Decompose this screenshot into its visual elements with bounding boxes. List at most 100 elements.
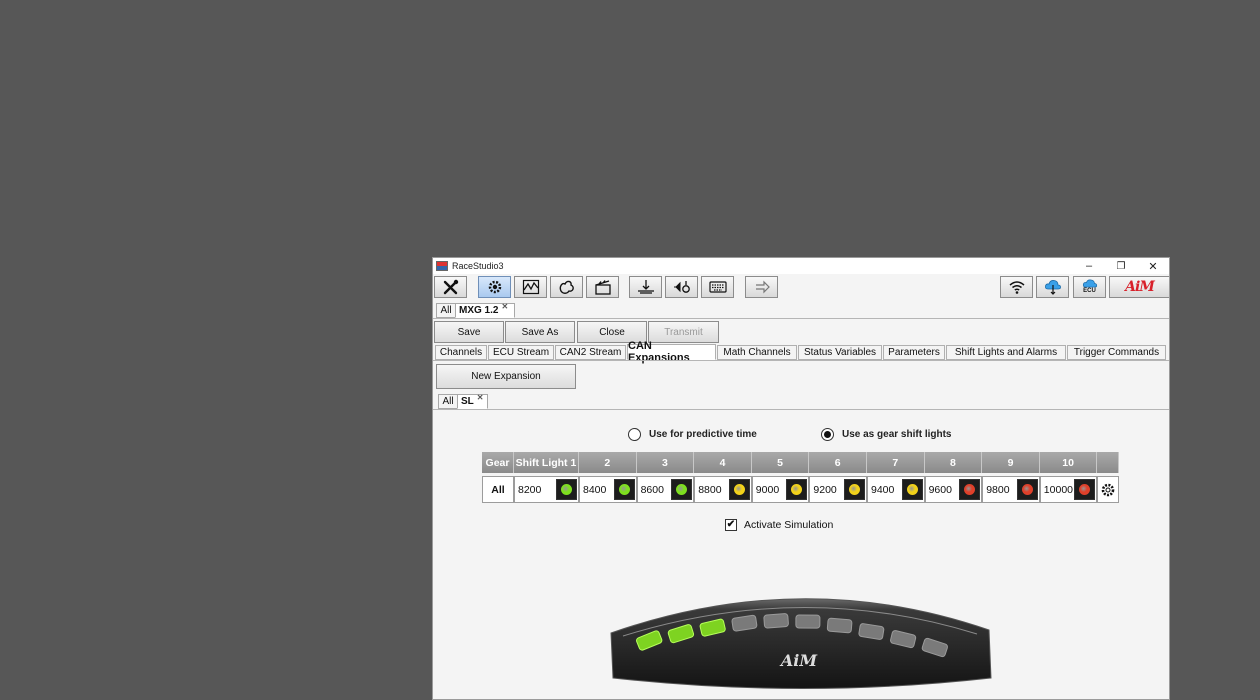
- chart-icon: [522, 279, 539, 295]
- green-led-icon: [561, 484, 572, 495]
- save-as-button[interactable]: Save As: [505, 321, 575, 343]
- close-window-button[interactable]: ✕: [1137, 258, 1169, 274]
- tab-can2-stream[interactable]: CAN2 Stream: [555, 345, 626, 360]
- tab-all-expansions[interactable]: All: [438, 394, 458, 409]
- led-color-swatch[interactable]: [613, 479, 635, 500]
- keyboard-button[interactable]: [701, 276, 734, 298]
- rpm-threshold-value[interactable]: 8600: [638, 484, 672, 496]
- led-color-swatch[interactable]: [1074, 479, 1096, 500]
- shift-light-cell[interactable]: 9400: [867, 476, 925, 503]
- settings-cell[interactable]: [1097, 476, 1120, 503]
- close-tab-icon[interactable]: ✕: [501, 302, 508, 311]
- shift-light-cell[interactable]: 8800: [694, 476, 752, 503]
- tab-mxg[interactable]: MXG 1.2 ✕: [455, 302, 515, 318]
- shift-light-header: 7: [867, 452, 925, 473]
- track-manager-button[interactable]: [550, 276, 583, 298]
- close-tab-icon[interactable]: ✕: [477, 393, 484, 402]
- led-color-swatch[interactable]: [1016, 479, 1038, 500]
- main-toolbar: ECU AiM: [433, 276, 1169, 300]
- rpm-threshold-value[interactable]: 8200: [515, 484, 556, 496]
- rpm-threshold-value[interactable]: 9000: [753, 484, 787, 496]
- tab-sl-label: SL: [461, 396, 474, 407]
- rpm-threshold-value[interactable]: 8800: [695, 484, 729, 496]
- shift-light-cell[interactable]: 8200: [514, 476, 579, 503]
- shift-light-header: 5: [751, 452, 810, 473]
- shift-light-cell[interactable]: 8400: [579, 476, 637, 503]
- configuration-button[interactable]: [478, 276, 511, 298]
- rpm-threshold-value[interactable]: 9400: [868, 484, 902, 496]
- transfer-button[interactable]: [745, 276, 778, 298]
- restore-button[interactable]: ❐: [1105, 258, 1137, 274]
- gear-settings-icon[interactable]: [1100, 482, 1116, 498]
- led-color-swatch[interactable]: [901, 479, 923, 500]
- radio-selected-dot: [824, 431, 831, 438]
- video-button[interactable]: [586, 276, 619, 298]
- shift-light-cell[interactable]: 8600: [636, 476, 695, 503]
- rpm-threshold-value[interactable]: 10000: [1041, 484, 1075, 496]
- led-color-swatch[interactable]: [786, 479, 808, 500]
- activate-simulation-checkbox[interactable]: ✔ Activate Simulation: [725, 519, 833, 531]
- app-logo-icon: [436, 261, 448, 271]
- aim-brand-button[interactable]: AiM: [1109, 276, 1169, 298]
- aim-logo: AiM: [1125, 279, 1155, 295]
- radio-gear-shift-lights[interactable]: Use as gear shift lights: [821, 428, 951, 441]
- connection-button[interactable]: [665, 276, 698, 298]
- tab-math-channels[interactable]: Math Channels: [717, 345, 797, 360]
- red-led-icon: [964, 484, 976, 495]
- shift-light-cell[interactable]: 10000: [1039, 476, 1098, 503]
- tab-sl[interactable]: SL ✕: [457, 393, 488, 409]
- download-button[interactable]: [629, 276, 662, 298]
- divider: [433, 318, 1169, 319]
- shift-light-cell[interactable]: 9600: [924, 476, 983, 503]
- tab-can-expansions[interactable]: CAN Expansions: [627, 340, 716, 364]
- yellow-led-icon: [906, 484, 918, 495]
- radio-predictive-time[interactable]: Use for predictive time: [628, 428, 757, 441]
- rpm-threshold-value[interactable]: 9800: [983, 484, 1017, 496]
- tab-status-variables[interactable]: Status Variables: [798, 345, 882, 360]
- cloud-download-icon: [1044, 280, 1061, 295]
- rpm-threshold-value[interactable]: 8400: [580, 484, 614, 496]
- device-led-off: [826, 617, 853, 634]
- minimize-button[interactable]: –: [1073, 258, 1105, 274]
- shift-light-header: 4: [694, 452, 752, 473]
- divider: [433, 409, 1169, 410]
- led-color-swatch[interactable]: [728, 479, 750, 500]
- tab-channels[interactable]: Channels: [435, 345, 487, 360]
- led-color-swatch[interactable]: [843, 479, 865, 500]
- tab-mxg-label: MXG 1.2: [459, 305, 499, 316]
- shift-light-cell[interactable]: 9800: [982, 476, 1040, 503]
- cloud-download-button[interactable]: [1036, 276, 1069, 298]
- ecu-cloud-button[interactable]: ECU: [1073, 276, 1106, 298]
- rpm-threshold-value[interactable]: 9600: [926, 484, 960, 496]
- tab-trigger-commands[interactable]: Trigger Commands: [1067, 345, 1166, 360]
- radio-gear-shift-label: Use as gear shift lights: [842, 429, 952, 440]
- led-color-swatch[interactable]: [556, 479, 577, 500]
- keyboard-icon: [708, 281, 727, 293]
- tab-shift-lights-alarms[interactable]: Shift Lights and Alarms: [946, 345, 1066, 360]
- wifi-icon: [1009, 281, 1024, 294]
- led-color-swatch[interactable]: [671, 479, 693, 500]
- radio-predictive-label: Use for predictive time: [649, 429, 757, 440]
- analysis-button[interactable]: [514, 276, 547, 298]
- gear-config-icon: [488, 280, 501, 294]
- yellow-led-icon: [848, 484, 860, 495]
- title-bar: RaceStudio3 – ❐ ✕: [433, 258, 1169, 274]
- tab-ecu-stream[interactable]: ECU Stream: [488, 345, 554, 360]
- tab-parameters[interactable]: Parameters: [883, 345, 945, 360]
- document-tabs: All MXG 1.2 ✕: [433, 302, 1169, 318]
- new-expansion-button[interactable]: New Expansion: [436, 364, 576, 389]
- tab-all-documents[interactable]: All: [436, 303, 456, 318]
- rpm-threshold-value[interactable]: 9200: [810, 484, 844, 496]
- radio-circle-selected[interactable]: [821, 428, 834, 441]
- ecu-label: ECU: [1083, 288, 1096, 294]
- shift-light-header: 3: [636, 452, 695, 473]
- shift-light-header: Shift Light 1: [514, 452, 579, 473]
- wrench-screwdriver-button[interactable]: [434, 276, 467, 298]
- checkbox-check-icon[interactable]: ✔: [725, 519, 737, 531]
- led-color-swatch[interactable]: [959, 479, 981, 500]
- radio-circle[interactable]: [628, 428, 641, 441]
- shift-light-cell[interactable]: 9000: [751, 476, 810, 503]
- save-button[interactable]: Save: [434, 321, 504, 343]
- shift-light-cell[interactable]: 9200: [809, 476, 867, 503]
- wifi-button[interactable]: [1000, 276, 1033, 298]
